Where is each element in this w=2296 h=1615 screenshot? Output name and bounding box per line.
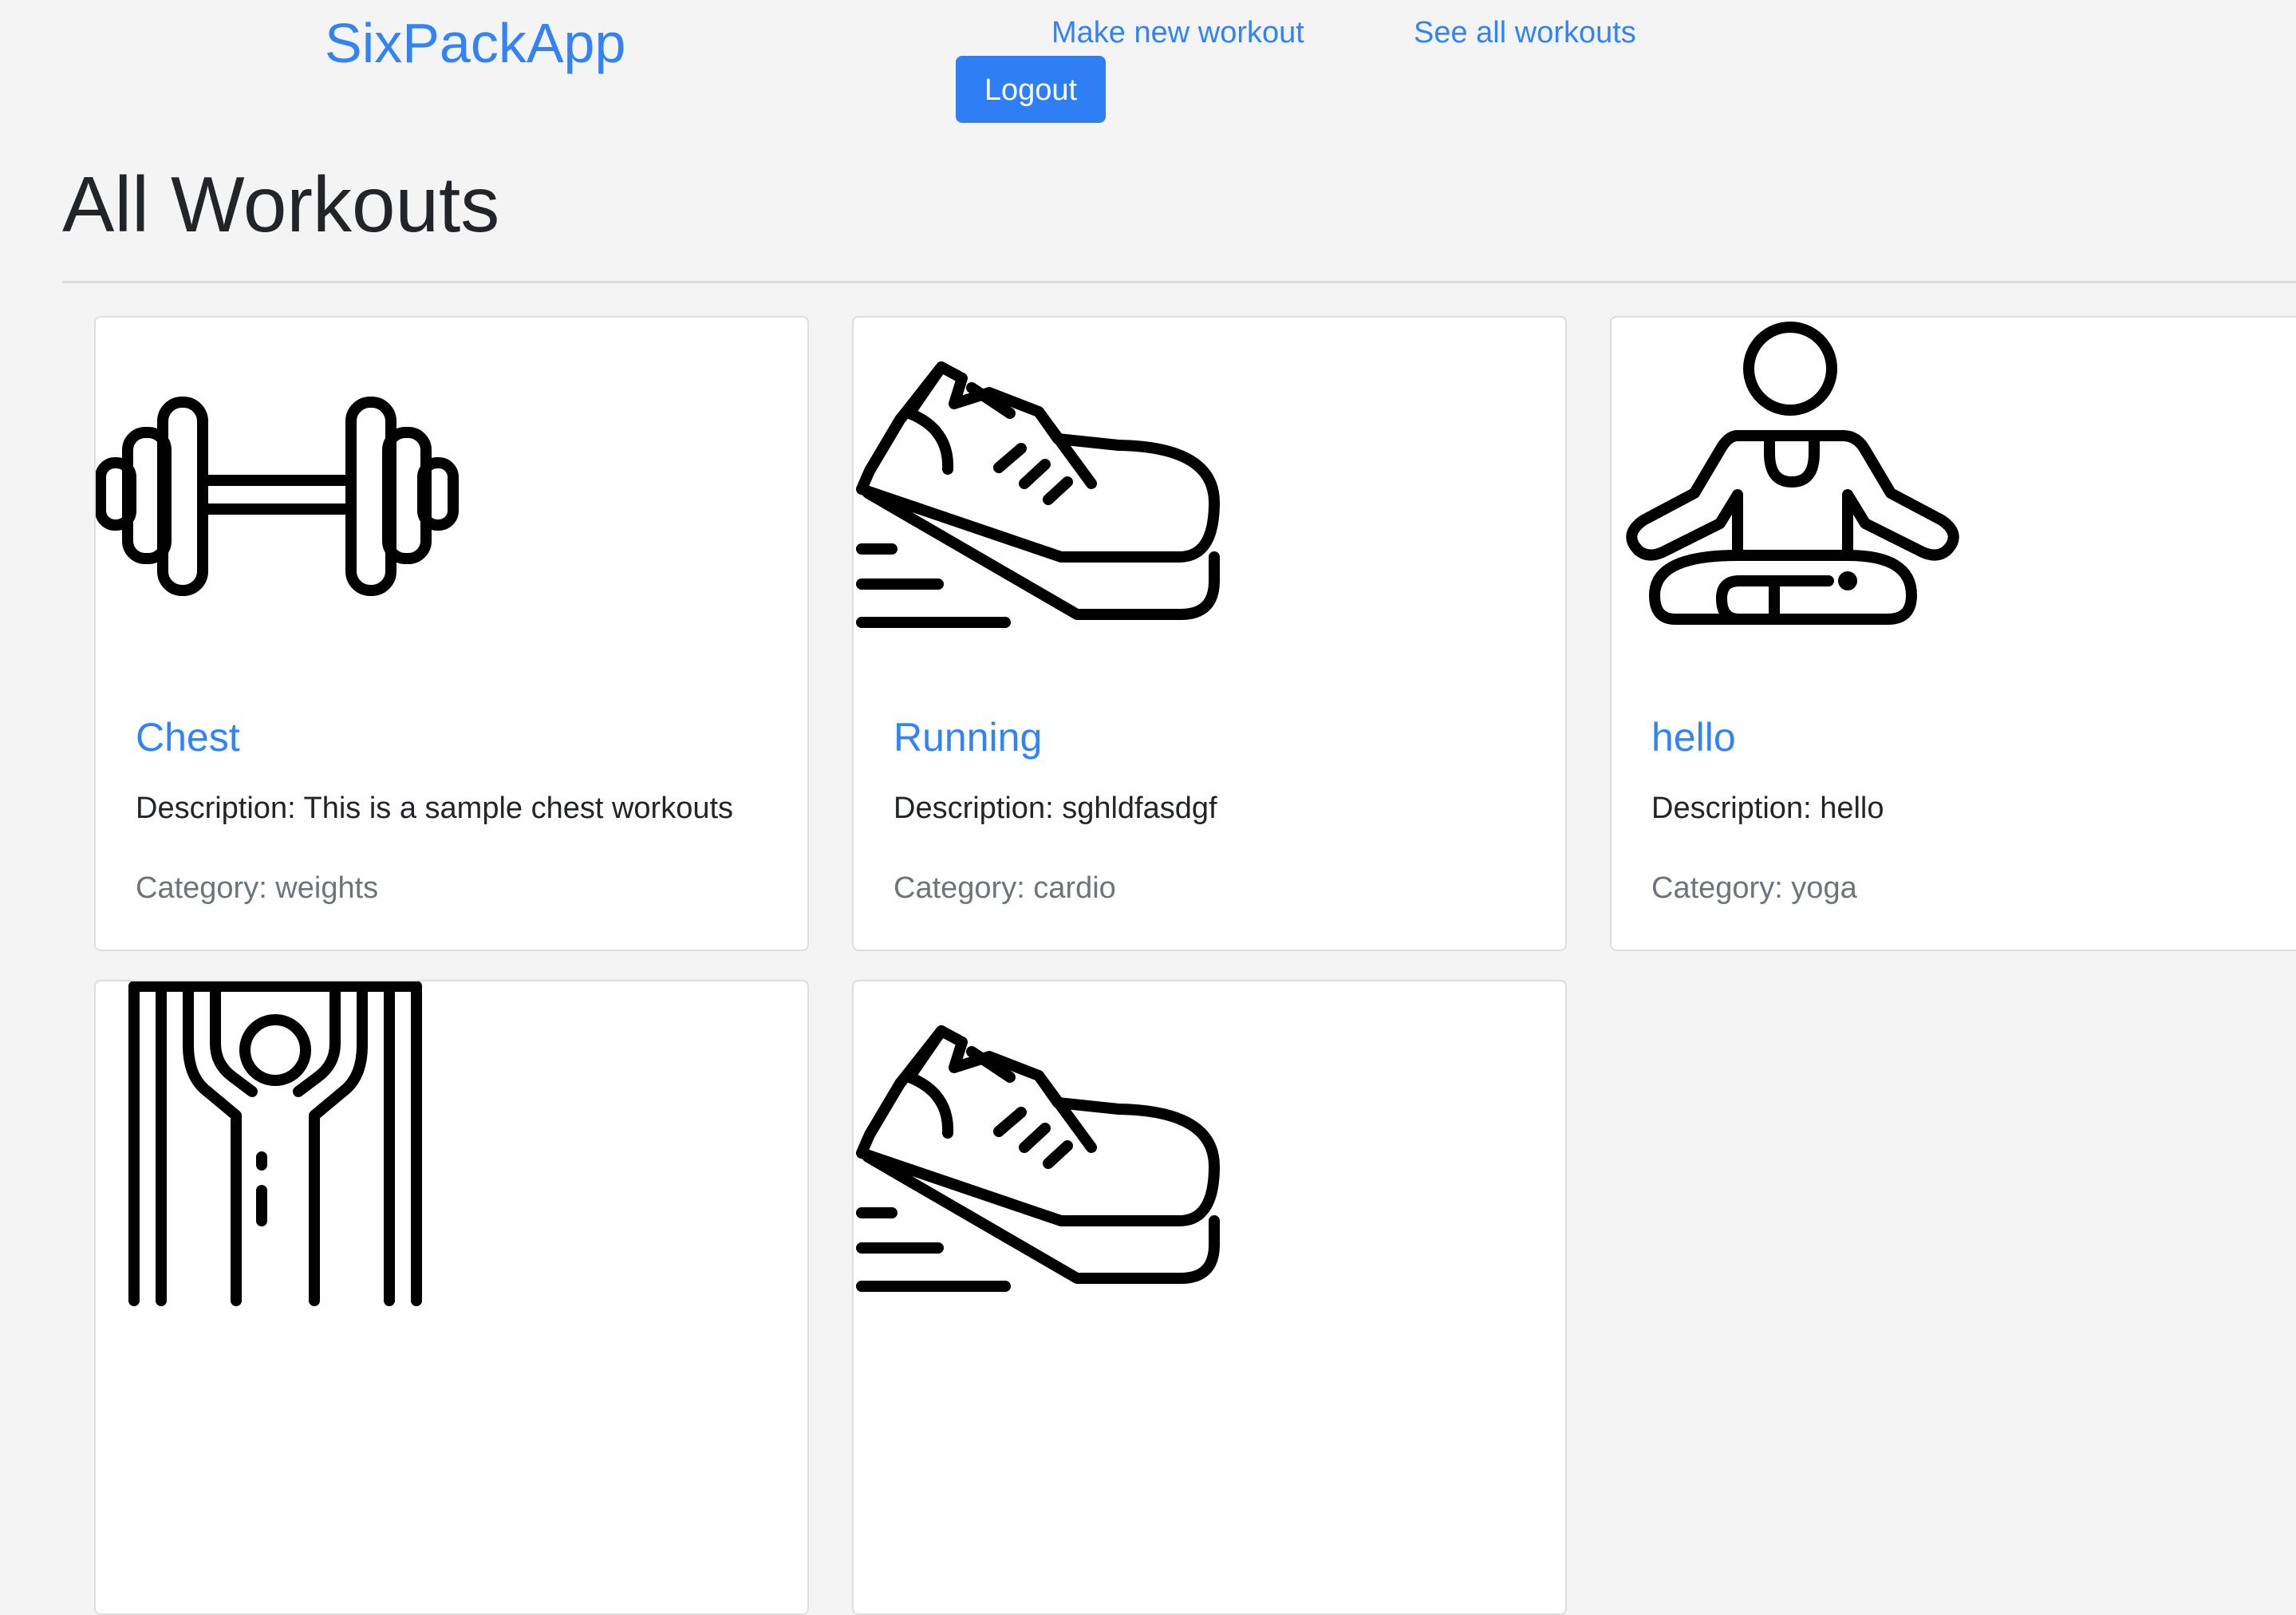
- yoga-pose-icon: [1626, 322, 1959, 625]
- workout-card-hello[interactable]: hello Description: hello Category: yoga: [1610, 316, 2296, 951]
- card-category: Category: yoga: [1651, 871, 1857, 905]
- card-title[interactable]: hello: [1651, 713, 1736, 761]
- workout-card[interactable]: [94, 980, 809, 1615]
- make-new-workout-link[interactable]: Make new workout: [1051, 14, 1304, 51]
- running-shoe-icon: [856, 361, 1220, 628]
- card-description: Description: sghldfasdgf: [894, 792, 1217, 825]
- brand-link[interactable]: SixPackApp: [325, 11, 625, 75]
- logout-button[interactable]: Logout: [956, 56, 1106, 123]
- dumbbell-icon: [96, 397, 459, 596]
- card-description: Description: This is a sample chest work…: [136, 792, 734, 825]
- card-title[interactable]: Running: [894, 713, 1042, 761]
- navbar: SixPackApp Make new workout See all work…: [0, 0, 2296, 136]
- card-description: Description: hello: [1651, 792, 1884, 825]
- card-category: Category: weights: [136, 871, 379, 905]
- workout-card[interactable]: [852, 980, 1567, 1615]
- pull-up-bar-icon: [128, 981, 422, 1306]
- card-category: Category: cardio: [894, 871, 1116, 905]
- see-all-workouts-link[interactable]: See all workouts: [1414, 14, 1636, 51]
- running-shoe-icon: [856, 1025, 1220, 1292]
- card-title[interactable]: Chest: [136, 713, 240, 761]
- page-title: All Workouts: [62, 160, 500, 248]
- workout-card-chest[interactable]: Chest Description: This is a sample ches…: [94, 316, 809, 951]
- workout-card-running[interactable]: Running Description: sghldfasdgf Categor…: [852, 316, 1567, 951]
- title-divider: [62, 281, 2296, 283]
